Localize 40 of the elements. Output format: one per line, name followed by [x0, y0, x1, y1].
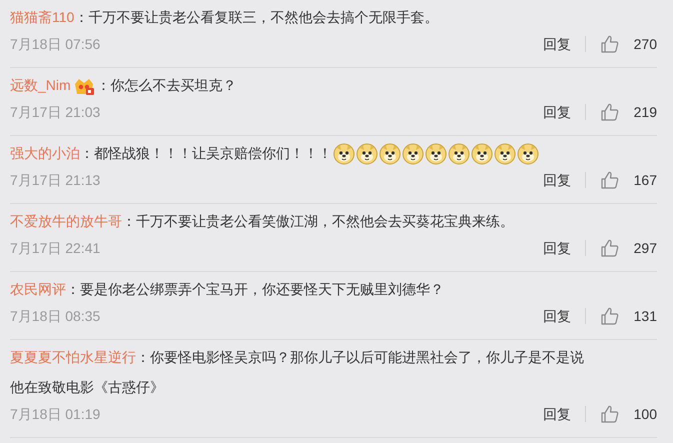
comment-time: 7月18日 07:56: [10, 34, 100, 54]
thumbs-up-icon[interactable]: [600, 34, 620, 54]
like-count: 297: [632, 238, 657, 258]
comment-time: 7月18日 08:35: [10, 306, 100, 326]
thumbs-up-icon[interactable]: [600, 404, 620, 424]
comment-time: 7月17日 21:13: [10, 170, 100, 190]
thumbs-up-icon[interactable]: [600, 170, 620, 190]
reply-link[interactable]: 回复: [543, 170, 571, 190]
like-count: 270: [632, 34, 657, 54]
crown-badge-icon: [72, 76, 95, 96]
doge-emoji-icon: [379, 143, 401, 166]
reply-link[interactable]: 回复: [543, 34, 571, 54]
comment-text: 远数_Nim ：你怎么不去买坦克？: [10, 70, 590, 100]
comment-text: 农民网评：要是你老公绑票弄个宝马开，你还要怪天下无贼里刘德华？: [10, 280, 445, 299]
doge-emoji-icon: [333, 143, 355, 166]
doge-emoji-icon: [471, 143, 493, 166]
like-count: 131: [632, 306, 657, 326]
thumbs-up-icon[interactable]: [600, 238, 620, 258]
doge-emoji-icon: [494, 143, 516, 166]
like-count: 100: [632, 404, 657, 424]
reply-link[interactable]: 回复: [543, 306, 571, 326]
comment-text: 夏夏夏不怕水星逆行：你要怪电影怪吴京吗？那你儿子以后可能进黑社会了，你儿子是不是说他在致敬电影《古惑仔》: [10, 348, 585, 397]
comment-text: 强大的小泊：都怪战狼！！！让吴京赔偿你们！！！: [10, 138, 590, 168]
thumbs-up-icon[interactable]: [600, 102, 620, 122]
doge-emoji-icon: [402, 143, 424, 166]
doge-emoji-icon: [517, 143, 539, 166]
like-count: 219: [632, 102, 657, 122]
comment-time: 7月18日 01:19: [10, 404, 100, 424]
comment-time: 7月17日 22:41: [10, 238, 100, 258]
reply-link[interactable]: 回复: [543, 102, 571, 122]
reply-link[interactable]: 回复: [543, 238, 571, 258]
thumbs-up-icon[interactable]: [600, 306, 620, 326]
doge-emoji-icon: [448, 143, 470, 166]
doge-emoji-icon: [425, 143, 447, 166]
comment-text: 不爱放牛的放牛哥：千万不要让贵老公看笑傲江湖，不然他会去买葵花宝典来练。: [10, 212, 515, 231]
like-count: 167: [632, 170, 657, 190]
doge-emoji-icon: [356, 143, 378, 166]
reply-link[interactable]: 回复: [543, 404, 571, 424]
comment-time: 7月17日 21:03: [10, 102, 100, 122]
comment-text: 猫猫斋110：千万不要让贵老公看复联三，不然他会去搞个无限手套。: [10, 8, 440, 27]
